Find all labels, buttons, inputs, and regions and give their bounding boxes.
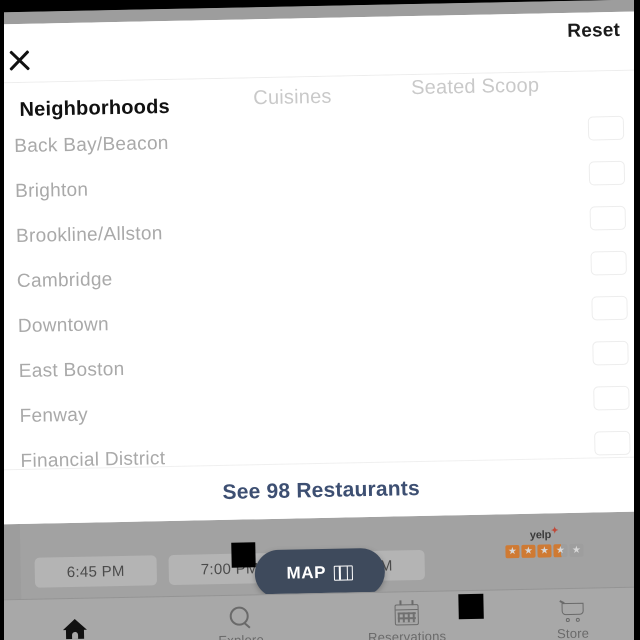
yelp-logo: yelp✦ bbox=[502, 525, 586, 542]
list-item-label: Brighton bbox=[14, 179, 89, 203]
screenshot-root: $$ • Sushi, Japanese, Night Out 6:45 PM … bbox=[0, 0, 640, 640]
checkbox[interactable] bbox=[588, 160, 626, 186]
tab-reservations-label: Reservations bbox=[367, 628, 447, 640]
filter-modal: Reset Neighborhoods Cuisines Seated Scoo… bbox=[0, 11, 640, 525]
home-icon bbox=[63, 616, 87, 640]
tab-neighborhoods[interactable]: Neighborhoods bbox=[19, 96, 170, 122]
search-icon bbox=[228, 605, 252, 629]
yelp-stars bbox=[502, 543, 586, 558]
cart-icon bbox=[559, 599, 585, 624]
yelp-burst-icon: ✦ bbox=[550, 525, 559, 536]
checkbox[interactable] bbox=[587, 115, 625, 141]
list-item-label: East Boston bbox=[18, 358, 125, 383]
star-half-icon bbox=[553, 543, 568, 557]
checkbox[interactable] bbox=[594, 430, 631, 456]
map-button-label: MAP bbox=[286, 562, 327, 583]
tab-seated-scoop[interactable]: Seated Scoop bbox=[411, 75, 539, 101]
checkbox[interactable] bbox=[591, 295, 628, 321]
tab-explore-label: Explore bbox=[218, 632, 264, 640]
star-empty-icon bbox=[569, 543, 584, 557]
map-button[interactable]: MAP bbox=[254, 547, 386, 599]
yelp-wordmark: yelp bbox=[529, 529, 552, 542]
checkbox[interactable] bbox=[590, 250, 627, 276]
yelp-rating: yelp✦ bbox=[502, 525, 587, 558]
checkbox[interactable] bbox=[589, 205, 627, 231]
reset-button[interactable]: Reset bbox=[567, 20, 620, 43]
tab-home[interactable] bbox=[0, 597, 159, 640]
tab-store[interactable]: Store bbox=[489, 587, 640, 640]
map-icon bbox=[333, 564, 354, 581]
tab-explore[interactable]: Explore bbox=[157, 594, 324, 640]
list-item-label: Downtown bbox=[17, 314, 110, 338]
star-icon bbox=[537, 544, 552, 558]
list-item-label: Back Bay/Beacon bbox=[14, 132, 169, 158]
time-slot-button[interactable]: 6:45 PM bbox=[34, 555, 158, 588]
calendar-icon bbox=[394, 599, 419, 626]
star-icon bbox=[521, 544, 536, 558]
tab-cuisines[interactable]: Cuisines bbox=[253, 86, 332, 111]
star-icon bbox=[505, 544, 520, 558]
list-item-label: Brookline/Allston bbox=[15, 223, 163, 248]
occlusion-block bbox=[231, 542, 256, 568]
neighborhood-list: Back Bay/Beacon Brighton Brookline/Allst… bbox=[0, 113, 640, 472]
checkbox[interactable] bbox=[593, 385, 630, 411]
occlusion-block bbox=[458, 593, 484, 620]
device-screen: $$ • Sushi, Japanese, Night Out 6:45 PM … bbox=[0, 0, 640, 640]
list-item-label: Cambridge bbox=[16, 269, 113, 293]
tab-store-label: Store bbox=[556, 625, 590, 640]
see-restaurants-button[interactable]: See 98 Restaurants bbox=[222, 477, 420, 505]
checkbox[interactable] bbox=[592, 340, 629, 366]
list-item-label: Fenway bbox=[19, 404, 89, 428]
close-icon[interactable] bbox=[6, 48, 33, 75]
